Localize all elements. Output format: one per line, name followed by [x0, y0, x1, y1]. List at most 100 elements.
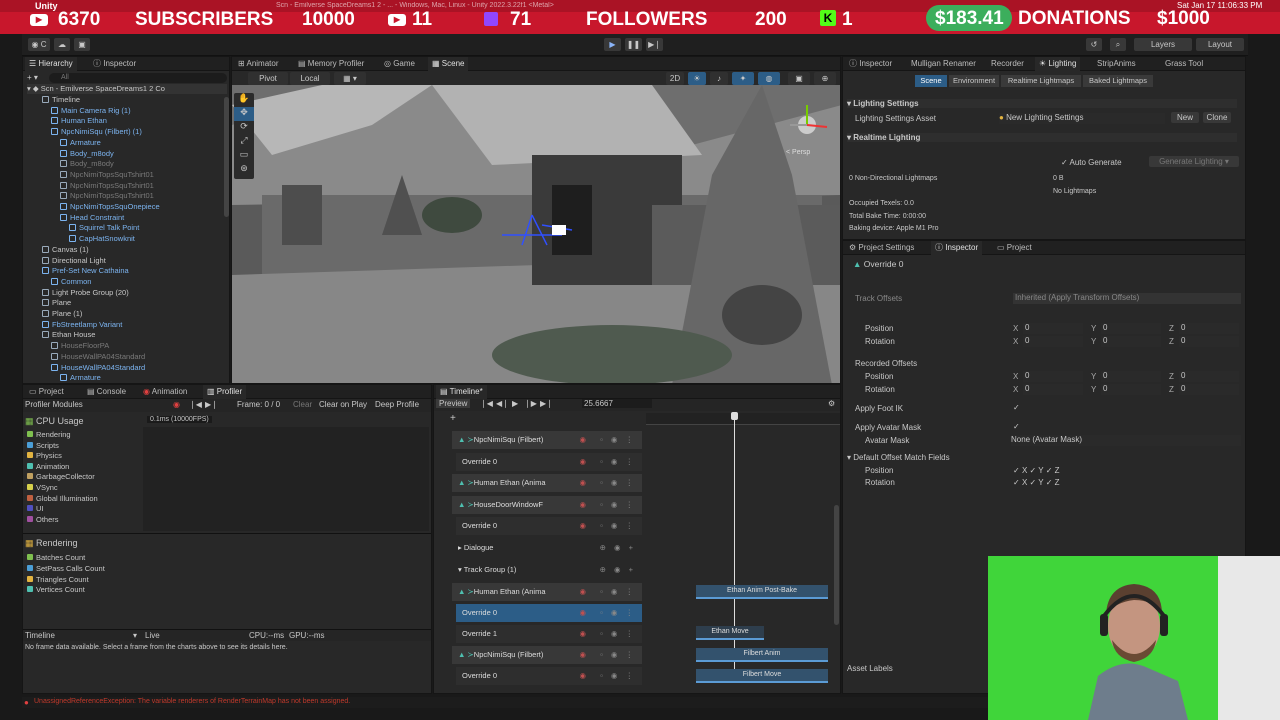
z-value-field[interactable]: 0 [1179, 384, 1239, 395]
clear-on-play-button[interactable]: Clear on Play [319, 400, 367, 409]
tab-inspector[interactable]: ⓘ Inspector [89, 57, 140, 71]
cpu-legend-item[interactable]: Scripts [27, 441, 59, 451]
lock-icon[interactable]: ▫ ◉ ⋮ [600, 453, 636, 471]
hierarchy-item[interactable]: HouseWallPA04Standard [51, 363, 145, 373]
playhead-handle[interactable] [731, 412, 738, 420]
section-lighting-settings[interactable]: ▾ Lighting Settings [847, 99, 1237, 108]
account-button[interactable]: ◉ C [28, 38, 50, 51]
cpu-legend-item[interactable]: UI [27, 504, 44, 514]
record-track-icon[interactable]: ◉ [579, 625, 586, 643]
timeline-track[interactable]: ▲ ≻Human Ethan (Anima ◉ ▫ ◉ ⋮ [452, 583, 642, 601]
record-track-icon[interactable]: ◉ [579, 517, 586, 535]
effects-toggle-icon[interactable]: ✦ [732, 72, 754, 85]
time-ruler[interactable] [646, 413, 840, 425]
tab-console[interactable]: ▤ Console [83, 385, 130, 399]
lock-icon[interactable]: ▫ ◉ ⋮ [600, 604, 636, 622]
hierarchy-item[interactable]: Body_m8ody [60, 149, 114, 159]
live-toggle[interactable]: Live [145, 631, 160, 640]
tab-project[interactable]: ▭ Project [25, 385, 68, 399]
x-value-field[interactable]: 0 [1023, 371, 1083, 382]
hierarchy-item[interactable]: Body_m8ody [60, 159, 114, 169]
search-input[interactable]: All [49, 73, 227, 83]
clone-button[interactable]: Clone [1203, 112, 1231, 123]
x-value-field[interactable]: 0 [1023, 336, 1083, 347]
subtab-baked-lightmaps[interactable]: Baked Lightmaps [1083, 75, 1153, 87]
tab-inspector-bottom[interactable]: ⓘ Inspector [931, 241, 983, 255]
lock-icon[interactable]: ▫ ◉ ⋮ [600, 667, 636, 685]
z-value-field[interactable]: 0 [1179, 323, 1239, 334]
lock-icon[interactable]: ▫ ◉ ⋮ [600, 431, 636, 449]
rendering-module[interactable]: ▦ Rendering [25, 538, 78, 549]
record-track-icon[interactable]: ◉ [579, 604, 586, 622]
apply-avatar-mask-checkbox[interactable]: ✓ [1013, 422, 1020, 431]
cpu-legend-item[interactable]: Global Illumination [27, 494, 98, 504]
cpu-chart[interactable] [143, 427, 429, 531]
timeline-track[interactable]: ▲ ≻NpcNimiSqu (Filbert) ◉ ▫ ◉ ⋮ [452, 646, 642, 664]
timeline-dropdown-arrow[interactable]: ▾ [133, 631, 137, 640]
timeline-clip[interactable]: Ethan Move [696, 626, 764, 640]
cpu-legend-item[interactable]: Others [27, 515, 59, 525]
subtab-realtime-lightmaps[interactable]: Realtime Lightmaps [1001, 75, 1081, 87]
tab-project-settings[interactable]: ⚙ Project Settings [845, 241, 918, 255]
x-value-field[interactable]: 0 [1023, 323, 1083, 334]
play-timeline-icon[interactable]: ▶ [512, 399, 518, 408]
scene-root[interactable]: ▾ ◆ Scn - Emilverse SpaceDreams1 2 Co [27, 84, 227, 94]
hierarchy-item[interactable]: CapHatSnowknit [69, 234, 135, 244]
tab-mulligan[interactable]: Mulligan Renamer [907, 57, 980, 71]
rendering-legend-item[interactable]: Triangles Count [27, 575, 89, 585]
cloud-icon[interactable]: ☁ [54, 38, 70, 51]
timeline-track[interactable]: ▲ ≻HouseDoorWindowF ◉ ▫ ◉ ⋮ [452, 496, 642, 514]
lock-icon[interactable]: ▫ ◉ ⋮ [600, 517, 636, 535]
preview-button[interactable]: Preview [436, 399, 471, 408]
tab-scene[interactable]: ▦ Scene [428, 57, 469, 71]
new-button[interactable]: New [1171, 112, 1199, 123]
tab-memory-profiler[interactable]: ▤ Memory Profiler [294, 57, 368, 71]
avatar-mask-field[interactable]: None (Avatar Mask) [1011, 435, 1241, 446]
transform-tool-icon[interactable]: ⊛ [234, 163, 254, 177]
hierarchy-item[interactable]: Head Constraint [60, 213, 124, 223]
hierarchy-item[interactable]: HouseWallPA04Standard [51, 352, 145, 362]
hierarchy-item[interactable]: Human Ethan [51, 116, 107, 126]
rendering-legend-item[interactable]: Batches Count [27, 553, 85, 563]
hierarchy-item[interactable]: NpcNimiTopsSquTshirt01 [60, 191, 154, 201]
play-button[interactable]: ▶ [604, 38, 621, 51]
rendering-legend-item[interactable]: Vertices Count [27, 585, 85, 595]
lock-icon[interactable]: ▫ ◉ ⋮ [600, 474, 636, 492]
tab-animator[interactable]: ⊞ Animator [234, 57, 283, 71]
record-track-icon[interactable]: ◉ [579, 496, 586, 514]
generate-lighting-button[interactable]: Generate Lighting ▾ [1149, 156, 1239, 167]
next-key-icon[interactable]: ❘▶ [524, 399, 537, 408]
pause-button[interactable]: ❚❚ [625, 38, 642, 51]
tab-recorder[interactable]: Recorder [987, 57, 1028, 71]
apply-foot-ik-checkbox[interactable]: ✓ [1013, 403, 1020, 412]
hierarchy-item[interactable]: Ethan House [42, 330, 95, 340]
timeline-dropdown[interactable]: Timeline [25, 631, 55, 640]
timeline-track[interactable]: Override 0 ◉ ▫ ◉ ⋮ [456, 453, 642, 471]
timeline-clip[interactable]: Filbert Anim [696, 648, 828, 662]
timeline-track[interactable]: Override 0 ◉ ▫ ◉ ⋮ [456, 667, 642, 685]
hierarchy-item[interactable]: Pref-Set New Cathaina [42, 266, 129, 276]
hierarchy-item[interactable]: Armature [60, 138, 101, 148]
hierarchy-item[interactable]: Timeline [42, 95, 80, 105]
hierarchy-item[interactable]: FbStreetlamp Variant [42, 320, 122, 330]
add-button[interactable]: + ▾ [27, 73, 38, 82]
camera-icon[interactable]: ▣ [788, 72, 810, 85]
step-button[interactable]: ▶❘ [646, 38, 663, 51]
timeline-scrollbar[interactable] [834, 505, 839, 625]
y-value-field[interactable]: 0 [1101, 336, 1161, 347]
tab-profiler[interactable]: ▥ Profiler [203, 385, 247, 399]
timeline-track[interactable]: ▸ Dialogue ⊕ ◉ + [452, 539, 642, 557]
z-value-field[interactable]: 0 [1179, 371, 1239, 382]
lighting-settings-asset-field[interactable]: ● New Lighting Settings [999, 113, 1165, 124]
hierarchy-item[interactable]: Plane (1) [42, 309, 82, 319]
hierarchy-item[interactable]: Squirrel Talk Point [69, 223, 139, 233]
lock-icon[interactable]: ⊕ ◉ + [600, 539, 636, 557]
cpu-legend-item[interactable]: Animation [27, 462, 69, 472]
pivot-dropdown[interactable]: Pivot [248, 72, 288, 85]
collab-icon[interactable]: ▣ [74, 38, 90, 51]
record-track-icon[interactable]: ◉ [579, 667, 586, 685]
tab-grass-tool[interactable]: Grass Tool [1161, 57, 1207, 71]
hierarchy-item[interactable]: Main Camera Rig (1) [51, 106, 131, 116]
cpu-legend-item[interactable]: GarbageCollector [27, 472, 95, 482]
record-track-icon[interactable]: ◉ [579, 431, 586, 449]
